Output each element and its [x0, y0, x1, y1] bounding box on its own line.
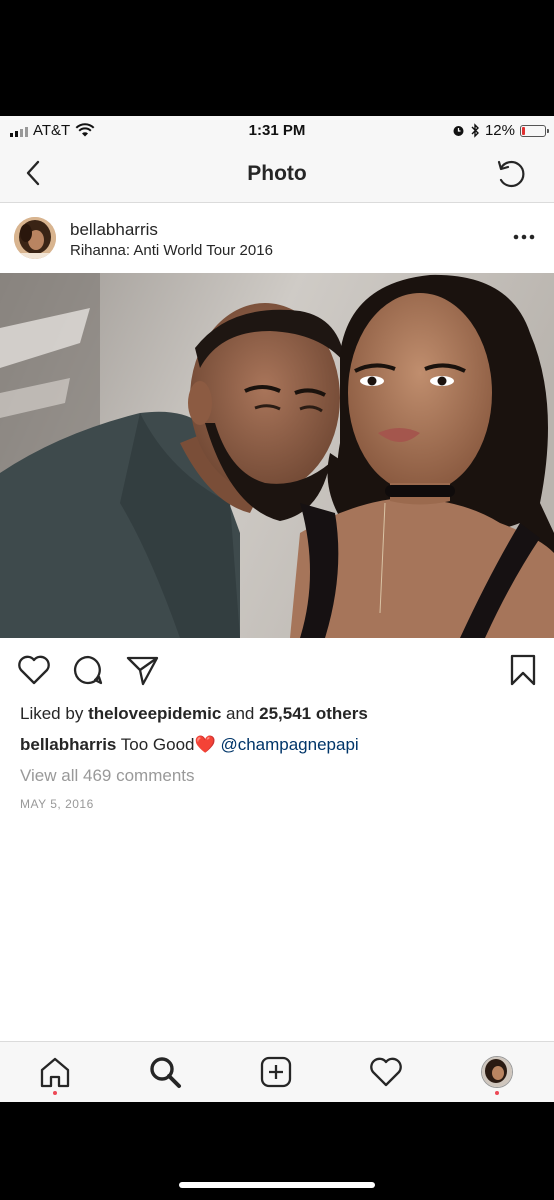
post-photo[interactable]: [0, 273, 554, 638]
add-post-icon[interactable]: [258, 1054, 294, 1090]
alarm-icon: [453, 126, 464, 136]
post-actions: [0, 646, 554, 694]
post-caption: bellabharris Too Good❤️ @champagnepapi: [20, 735, 359, 755]
navigation-bar: Photo: [0, 146, 554, 203]
share-icon[interactable]: [124, 652, 160, 688]
battery-percent: 12%: [484, 122, 515, 139]
caption-text: Too Good: [120, 735, 195, 754]
caption-username[interactable]: bellabharris: [20, 735, 116, 754]
bookmark-icon[interactable]: [505, 652, 541, 688]
status-icons: 12%: [452, 122, 549, 139]
status-bar: AT&T 1:31 PM 12%: [0, 116, 554, 146]
post-date: MAY 5, 2016: [20, 797, 94, 811]
comment-icon[interactable]: [70, 652, 106, 688]
post-header: bellabharris Rihanna: Anti World Tour 20…: [0, 203, 554, 273]
profile-notification-dot: [495, 1091, 499, 1095]
avatar[interactable]: [14, 217, 56, 259]
battery-icon: [520, 124, 549, 137]
liked-by-user[interactable]: theloveepidemic: [88, 704, 221, 723]
photo-illustration: [0, 273, 554, 638]
post-location[interactable]: Rihanna: Anti World Tour 2016: [70, 242, 273, 259]
refresh-icon[interactable]: [494, 156, 530, 192]
profile-avatar-icon[interactable]: [481, 1056, 513, 1088]
more-options-icon[interactable]: [512, 228, 536, 246]
battery-level: [522, 126, 525, 135]
liked-by-and: and: [226, 704, 255, 723]
search-icon[interactable]: [147, 1054, 183, 1090]
heart-emoji: ❤️: [194, 735, 216, 754]
liked-by-prefix: Liked by: [20, 704, 84, 723]
bluetooth-icon: [471, 123, 479, 138]
bottom-tab-bar: [0, 1041, 554, 1102]
home-indicator[interactable]: [179, 1182, 375, 1188]
view-comments-link[interactable]: View all 469 comments: [20, 766, 195, 786]
caption-mention[interactable]: @champagnepapi: [220, 735, 358, 754]
liked-by-others[interactable]: 25,541 others: [259, 704, 368, 723]
instagram-screen: AT&T 1:31 PM 12% Photo bellabharris Riha…: [0, 116, 554, 1102]
home-notification-dot: [53, 1091, 57, 1095]
post-username[interactable]: bellabharris: [70, 220, 158, 240]
page-title: Photo: [247, 162, 307, 185]
activity-heart-icon[interactable]: [368, 1054, 404, 1090]
likes-summary: Liked by theloveepidemic and 25,541 othe…: [20, 704, 368, 724]
like-heart-icon[interactable]: [16, 652, 52, 688]
home-icon[interactable]: [37, 1054, 73, 1090]
